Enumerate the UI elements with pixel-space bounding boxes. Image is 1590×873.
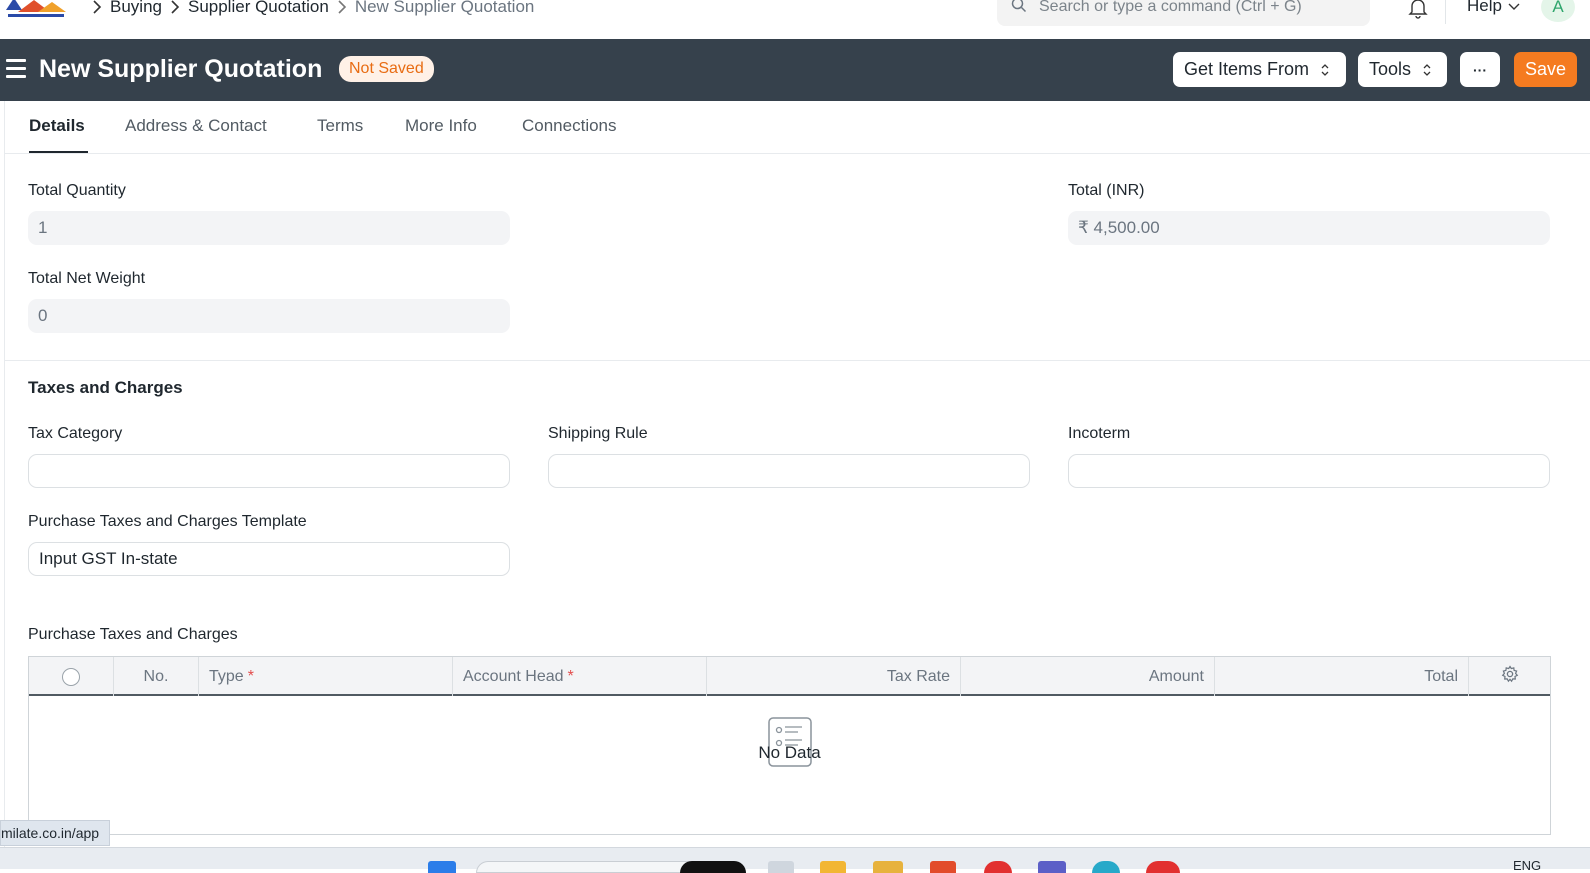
tab-connections[interactable]: Connections [522,116,617,136]
chevron-right-icon [162,0,188,14]
page-header: New Supplier Quotation Not Saved Get Ite… [0,39,1590,101]
column-no: No. [114,657,199,696]
taskbar-app-icon[interactable] [820,861,846,873]
search-bar[interactable]: Search or type a command (Ctrl + G) [997,0,1370,26]
section-divider [4,360,1590,361]
select-all-cell [29,657,114,696]
taskbar-app-icon[interactable] [1146,861,1180,873]
more-actions-button[interactable]: ··· [1460,52,1500,87]
help-dropdown[interactable]: Help [1467,0,1520,16]
chevron-down-icon [1508,0,1520,16]
total-quantity-field: 1 [28,211,510,245]
search-icon [1011,0,1027,18]
help-label: Help [1467,0,1502,15]
taskbar-app-icon[interactable] [930,861,956,873]
bell-icon[interactable] [1407,0,1429,19]
tab-details[interactable]: Details [29,116,85,136]
total-inr-label: Total (INR) [1068,182,1145,199]
tab-address-contact[interactable]: Address & Contact [125,116,267,136]
taskbar-app-icon[interactable] [768,861,794,873]
form-tabs: Details Address & Contact Terms More Inf… [4,101,1590,154]
column-account-head: Account Head * [453,657,707,696]
tab-terms[interactable]: Terms [317,116,363,136]
menu-icon[interactable] [6,59,26,79]
breadcrumb-buying[interactable]: Buying [110,0,162,17]
tools-label: Tools [1369,59,1412,79]
column-total: Total [1215,657,1469,696]
shipping-rule-label: Shipping Rule [548,425,648,442]
search-placeholder: Search or type a command (Ctrl + G) [1039,0,1302,15]
column-type-label: Type [209,667,244,685]
table-header: No. Type * Account Head * Tax Rate Amount … [29,657,1550,696]
taskbar-app-icon[interactable] [984,861,1012,873]
incoterm-label: Incoterm [1068,425,1131,442]
column-amount: Amount [961,657,1215,696]
column-account-head-label: Account Head [463,667,564,685]
select-all-checkbox[interactable] [62,667,80,686]
tax-category-label: Tax Category [28,425,123,442]
updown-chevron-icon [1321,63,1329,76]
incoterm-input[interactable] [1068,454,1550,488]
total-net-weight-label: Total Net Weight [28,270,146,287]
status-bar-url: milate.co.in/app [0,820,111,846]
os-taskbar: ENG [0,847,1590,873]
breadcrumb: Buying Supplier Quotation New Supplier Q… [84,0,534,18]
active-tab-indicator [29,151,88,153]
breadcrumb-supplier-quotation[interactable]: Supplier Quotation [188,0,329,17]
taskbar-widget-icon[interactable] [680,861,746,873]
taxes-template-label: Purchase Taxes and Charges Template [28,513,307,530]
taxes-template-input[interactable]: Input GST In-state [28,542,510,576]
get-items-from-button[interactable]: Get Items From [1173,52,1346,87]
total-inr-field: ₹ 4,500.00 [1068,211,1550,245]
tools-button[interactable]: Tools [1358,52,1447,87]
required-marker: * [247,667,254,685]
windows-start-icon[interactable] [428,861,456,873]
company-logo[interactable] [4,0,68,20]
top-navbar: Buying Supplier Quotation New Supplier Q… [0,0,1590,39]
more-icon: ··· [1473,61,1487,78]
total-quantity-label: Total Quantity [28,182,126,199]
chevron-right-icon [84,0,110,14]
breadcrumb-current: New Supplier Quotation [354,0,535,16]
column-settings [1469,657,1551,696]
status-badge: Not Saved [339,56,434,82]
shipping-rule-input[interactable] [548,454,1030,488]
taxes-table: No. Type * Account Head * Tax Rate Amount … [28,656,1551,835]
tax-category-input[interactable] [28,454,510,488]
language-indicator[interactable]: ENG [1513,858,1541,873]
total-net-weight-field: 0 [28,299,510,333]
taxes-table-label: Purchase Taxes and Charges [28,626,238,643]
column-tax-rate: Tax Rate [707,657,961,696]
folder-icon[interactable] [873,861,903,873]
updown-chevron-icon [1423,63,1431,76]
chevron-right-icon [329,0,355,14]
tab-more-info[interactable]: More Info [405,116,477,136]
gear-icon[interactable] [1501,665,1519,688]
page-title: New Supplier Quotation [39,55,323,83]
empty-state-text: No Data [758,743,821,762]
column-type: Type * [199,657,453,696]
avatar[interactable]: A [1541,0,1575,22]
get-items-from-label: Get Items From [1184,59,1310,79]
save-button[interactable]: Save [1514,52,1577,87]
required-marker: * [567,667,574,685]
taxes-section-title: Taxes and Charges [28,378,183,397]
taskbar-app-icon[interactable] [1038,861,1066,873]
taskbar-app-icon[interactable] [1092,861,1120,873]
navbar-divider [1445,0,1446,24]
